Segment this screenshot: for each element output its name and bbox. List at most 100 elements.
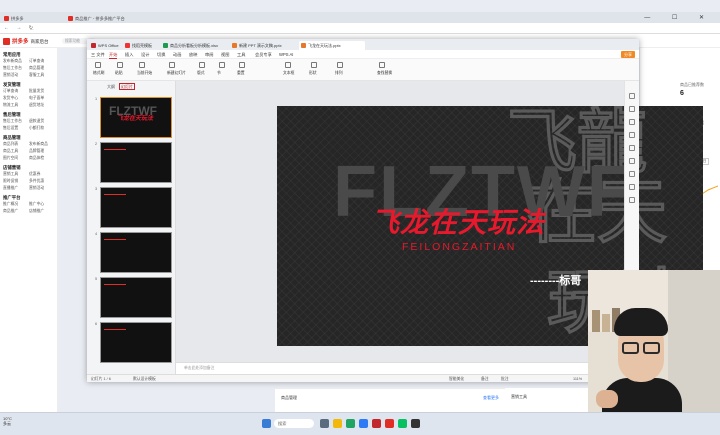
menu-item[interactable]: 开始 — [109, 51, 118, 59]
ribbon-tool-icon[interactable] — [139, 62, 145, 68]
sidebar-item[interactable]: 多件优惠 — [29, 178, 55, 184]
sidebar-item[interactable]: 商品列表 — [3, 141, 29, 147]
menu-item[interactable]: 放映 — [189, 51, 197, 58]
taskbar-search[interactable]: 搜索 — [274, 419, 314, 428]
sidebar-section-title[interactable]: 商品管理 — [3, 134, 57, 141]
ribbon-tool-label[interactable]: 形状 — [309, 71, 317, 76]
sidebar-item[interactable]: 发货中心 — [3, 95, 29, 101]
ribbon-tool-label[interactable]: 排列 — [335, 71, 343, 76]
zoom-level[interactable]: 111% — [573, 375, 582, 383]
sidebar-item[interactable]: 退货地址 — [29, 102, 55, 108]
outline-tab[interactable]: 大纲 — [107, 84, 115, 89]
sidebar-item[interactable]: 商品工具 — [3, 148, 29, 154]
ribbon-tool-label[interactable]: 文本框 — [283, 71, 294, 76]
sidebar-item[interactable]: 售后工作台 — [3, 65, 29, 71]
ribbon-tool-label[interactable]: 版式 — [197, 71, 205, 76]
ribbon-tool-label[interactable]: 当前开始 — [137, 71, 152, 76]
comments-button[interactable]: 批注 — [501, 375, 509, 383]
slide-thumbnail[interactable] — [100, 142, 172, 183]
view-more-link[interactable]: 查看更多 — [483, 395, 499, 401]
sidebar-section-title[interactable]: 发货管理 — [3, 81, 57, 88]
sidebar-item[interactable]: 直播推广 — [3, 185, 29, 191]
menu-item[interactable]: WPS AI — [279, 51, 293, 58]
wps-tab-new-ppt[interactable]: 新建 PPT 演示文稿.pptx — [230, 41, 282, 50]
sidebar-item[interactable]: 发布新商品 — [29, 141, 55, 147]
ribbon-tool-icon[interactable] — [337, 62, 343, 68]
menu-item[interactable]: 会员专享 — [255, 51, 272, 58]
ribbon-tool-icon[interactable] — [239, 62, 245, 68]
ribbon-tool-label[interactable]: 重置 — [237, 71, 245, 76]
menu-item[interactable]: 切换 — [157, 51, 165, 58]
sidebar-section-title[interactable]: 店铺营销 — [3, 164, 57, 171]
slide-thumbnail[interactable] — [100, 232, 172, 273]
slide-signature[interactable]: --------标哥 — [530, 272, 581, 288]
menu-item[interactable]: 审阅 — [205, 51, 213, 58]
slides-tab[interactable]: 幻灯片 — [119, 83, 135, 90]
slide-subtitle[interactable]: FEILONGZAITIAN — [402, 241, 516, 253]
notes-button[interactable]: 备注 — [481, 375, 489, 383]
ribbon-tool-label[interactable]: 节 — [217, 71, 221, 76]
sidebar-item[interactable]: 营销活动 — [3, 72, 29, 78]
sidebar-item[interactable]: 订单查询 — [3, 88, 29, 94]
url-field[interactable]: ... — [30, 25, 150, 32]
smart-beautify-button[interactable]: 智能美化 — [449, 375, 464, 383]
ribbon-tool-icon[interactable] — [311, 62, 317, 68]
browser-tab-promo[interactable]: 商品推广 - 拼多多推广平台 — [68, 15, 125, 23]
menu-item[interactable]: 设计 — [141, 51, 149, 58]
ribbon-tool-icon[interactable] — [95, 62, 101, 68]
side-tool-icon[interactable] — [629, 106, 635, 112]
pdd-logo[interactable]: 拼多多 商家后台 — [3, 37, 49, 46]
menu-item[interactable]: 动画 — [173, 51, 181, 58]
menu-item[interactable]: 三 文件 — [91, 51, 105, 58]
sidebar-item[interactable]: 发布新商品 — [3, 58, 29, 64]
edge-icon[interactable] — [359, 419, 368, 428]
window-controls[interactable]: — ☐ ✕ — [644, 14, 714, 21]
browser-tab-pdd[interactable]: 拼多多 — [4, 15, 24, 23]
wechat-icon[interactable] — [398, 419, 407, 428]
ribbon-tool-icon[interactable] — [285, 62, 291, 68]
wps-tab-xlsx[interactable]: 商品分析看板分析模板.xlsx — [161, 41, 218, 50]
sidebar-item[interactable]: 营销活动 — [29, 185, 55, 191]
slide-thumbnail[interactable] — [100, 187, 172, 228]
task-view-icon[interactable] — [320, 419, 329, 428]
share-button[interactable]: 分享 — [621, 51, 635, 58]
side-tool-icon[interactable] — [629, 145, 635, 151]
wps-taskbar-icon[interactable] — [372, 419, 381, 428]
side-tool-icon[interactable] — [629, 93, 635, 99]
ribbon-tool-icon[interactable] — [379, 62, 385, 68]
sidebar-item[interactable]: 订单查询 — [29, 58, 55, 64]
ribbon-tool-label[interactable]: 查找替换 — [377, 71, 392, 76]
sidebar-item[interactable]: 图片空间 — [3, 155, 29, 161]
sidebar-item[interactable]: 售后工作台 — [3, 118, 29, 124]
theme-name[interactable]: 默认设计模板 — [133, 375, 156, 383]
menu-item[interactable]: 插入 — [125, 51, 133, 58]
ribbon-tool-icon[interactable] — [169, 62, 175, 68]
side-tool-icon[interactable] — [629, 119, 635, 125]
slide-title[interactable]: 飞龙在天玩法 — [371, 201, 545, 241]
sidebar-section-title[interactable]: 推广平台 — [3, 194, 57, 201]
sidebar-item[interactable]: 店铺推广 — [29, 208, 55, 214]
sidebar-item[interactable]: 售后设置 — [3, 125, 29, 131]
wps-tab-docer[interactable]: 找稻壳模板 — [123, 41, 152, 50]
sidebar-item[interactable]: 营销工具 — [3, 171, 29, 177]
slide-thumbnail[interactable] — [100, 322, 172, 363]
side-tool-icon[interactable] — [629, 184, 635, 190]
side-tool-icon[interactable] — [629, 171, 635, 177]
start-menu-icon[interactable] — [262, 419, 271, 428]
sidebar-item[interactable]: 品牌管理 — [29, 148, 55, 154]
weather-widget[interactable]: 10°C 多云 — [3, 416, 12, 426]
ribbon-tool-icon[interactable] — [199, 62, 205, 68]
ribbon-tool-label[interactable]: 新建幻灯片 — [167, 71, 186, 76]
wps-tab-current-ppt[interactable]: 飞龙在天玩法.pptx — [299, 41, 365, 50]
sidebar-item[interactable]: 限时促销 — [3, 178, 29, 184]
sidebar-item[interactable]: 商品管理 — [29, 65, 55, 71]
sidebar-item[interactable]: 批量发货 — [29, 88, 55, 94]
wps-tab-home[interactable]: WPS Office — [89, 41, 119, 50]
sidebar-item[interactable]: 推广中心 — [29, 201, 55, 207]
app-icon[interactable] — [411, 419, 420, 428]
browser-app-icon[interactable] — [346, 419, 355, 428]
sidebar-section-title[interactable]: 售后管理 — [3, 111, 57, 118]
sidebar-item[interactable]: 小额打款 — [29, 125, 55, 131]
menu-item[interactable]: 工具 — [237, 51, 245, 58]
sidebar-section-title[interactable]: 常用应用 — [3, 51, 57, 58]
